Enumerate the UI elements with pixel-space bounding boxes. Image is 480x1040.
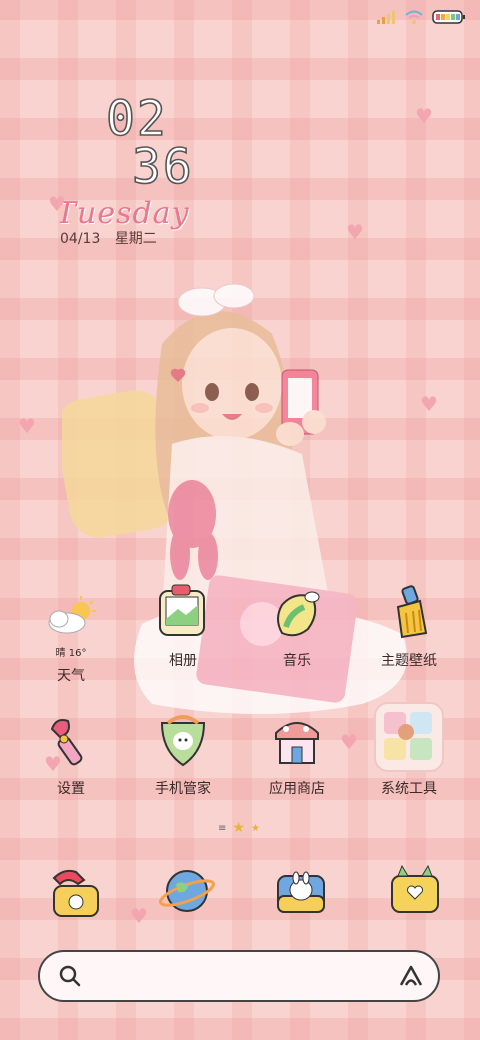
app-store-icon — [265, 708, 329, 772]
browser-planet-icon — [159, 870, 215, 912]
app-label: 手机管家 — [155, 781, 211, 797]
status-bar — [376, 10, 466, 24]
dock-camera[interactable] — [266, 856, 336, 926]
dock-phone[interactable] — [40, 856, 110, 926]
voice-assistant-icon[interactable] — [398, 964, 424, 988]
gallery-icon — [151, 580, 215, 644]
app-weather[interactable]: 晴 16° 天气 — [16, 586, 126, 685]
system-tools-folder-icon — [374, 702, 444, 772]
app-label: 设置 — [57, 781, 85, 797]
pager-star-icon: ★ — [250, 822, 260, 834]
app-label: 天气 — [57, 668, 85, 684]
app-store[interactable]: 应用商店 — [242, 708, 352, 798]
weather-icon — [39, 586, 103, 650]
app-label: 主题壁纸 — [381, 653, 437, 669]
app-music[interactable]: 音乐 — [242, 580, 352, 670]
app-label: 相册 — [169, 653, 197, 669]
heart-decoration-icon: ♥ — [415, 104, 433, 128]
heart-decoration-icon: ♥ — [48, 192, 66, 216]
clock-hours: 02 — [105, 91, 168, 147]
date-line: 04/13 星期二 — [60, 228, 167, 248]
app-label: 音乐 — [283, 653, 311, 669]
clock-widget[interactable]: 02 36 — [100, 91, 210, 196]
heart-decoration-icon: ♥ — [18, 414, 36, 438]
heart-decoration-icon: ♥ — [346, 220, 364, 244]
dock-browser[interactable] — [152, 856, 222, 926]
pager-star-active-icon: ★ — [232, 820, 245, 836]
app-theme[interactable]: 主题壁纸 — [354, 580, 464, 670]
app-gallery[interactable]: 相册 — [128, 580, 238, 670]
app-settings[interactable]: 设置 — [16, 708, 126, 798]
phone-icon — [52, 869, 99, 917]
music-icon — [265, 580, 329, 644]
weather-temp: 晴 16° — [55, 648, 87, 659]
phone-manager-icon — [151, 708, 215, 772]
signal-icon — [377, 11, 395, 24]
battery-icon — [432, 10, 465, 24]
messages-icon — [391, 864, 439, 913]
search-icon[interactable] — [58, 964, 82, 988]
date-text: 04/13 — [60, 231, 101, 247]
heart-decoration-icon: ♥ — [130, 904, 148, 928]
app-label: 系统工具 — [381, 781, 437, 797]
weekday-cn: 星期二 — [114, 231, 157, 247]
app-label: 应用商店 — [269, 781, 325, 797]
pager-menu-icon: ≡ — [218, 822, 227, 834]
dock-messages[interactable] — [380, 856, 450, 926]
wifi-icon — [405, 10, 423, 24]
camera-icon — [277, 871, 325, 913]
weekday-title: Tuesday — [56, 196, 190, 231]
settings-wand-icon — [39, 708, 103, 772]
clock-minutes: 36 — [131, 139, 194, 195]
app-system-tools[interactable]: 系统工具 — [354, 702, 464, 798]
search-bar[interactable] — [38, 950, 440, 1002]
page-indicator[interactable]: ≡ ★ ★ — [218, 820, 260, 836]
theme-brush-icon — [377, 580, 441, 644]
app-phone-manager[interactable]: 手机管家 — [128, 708, 238, 798]
